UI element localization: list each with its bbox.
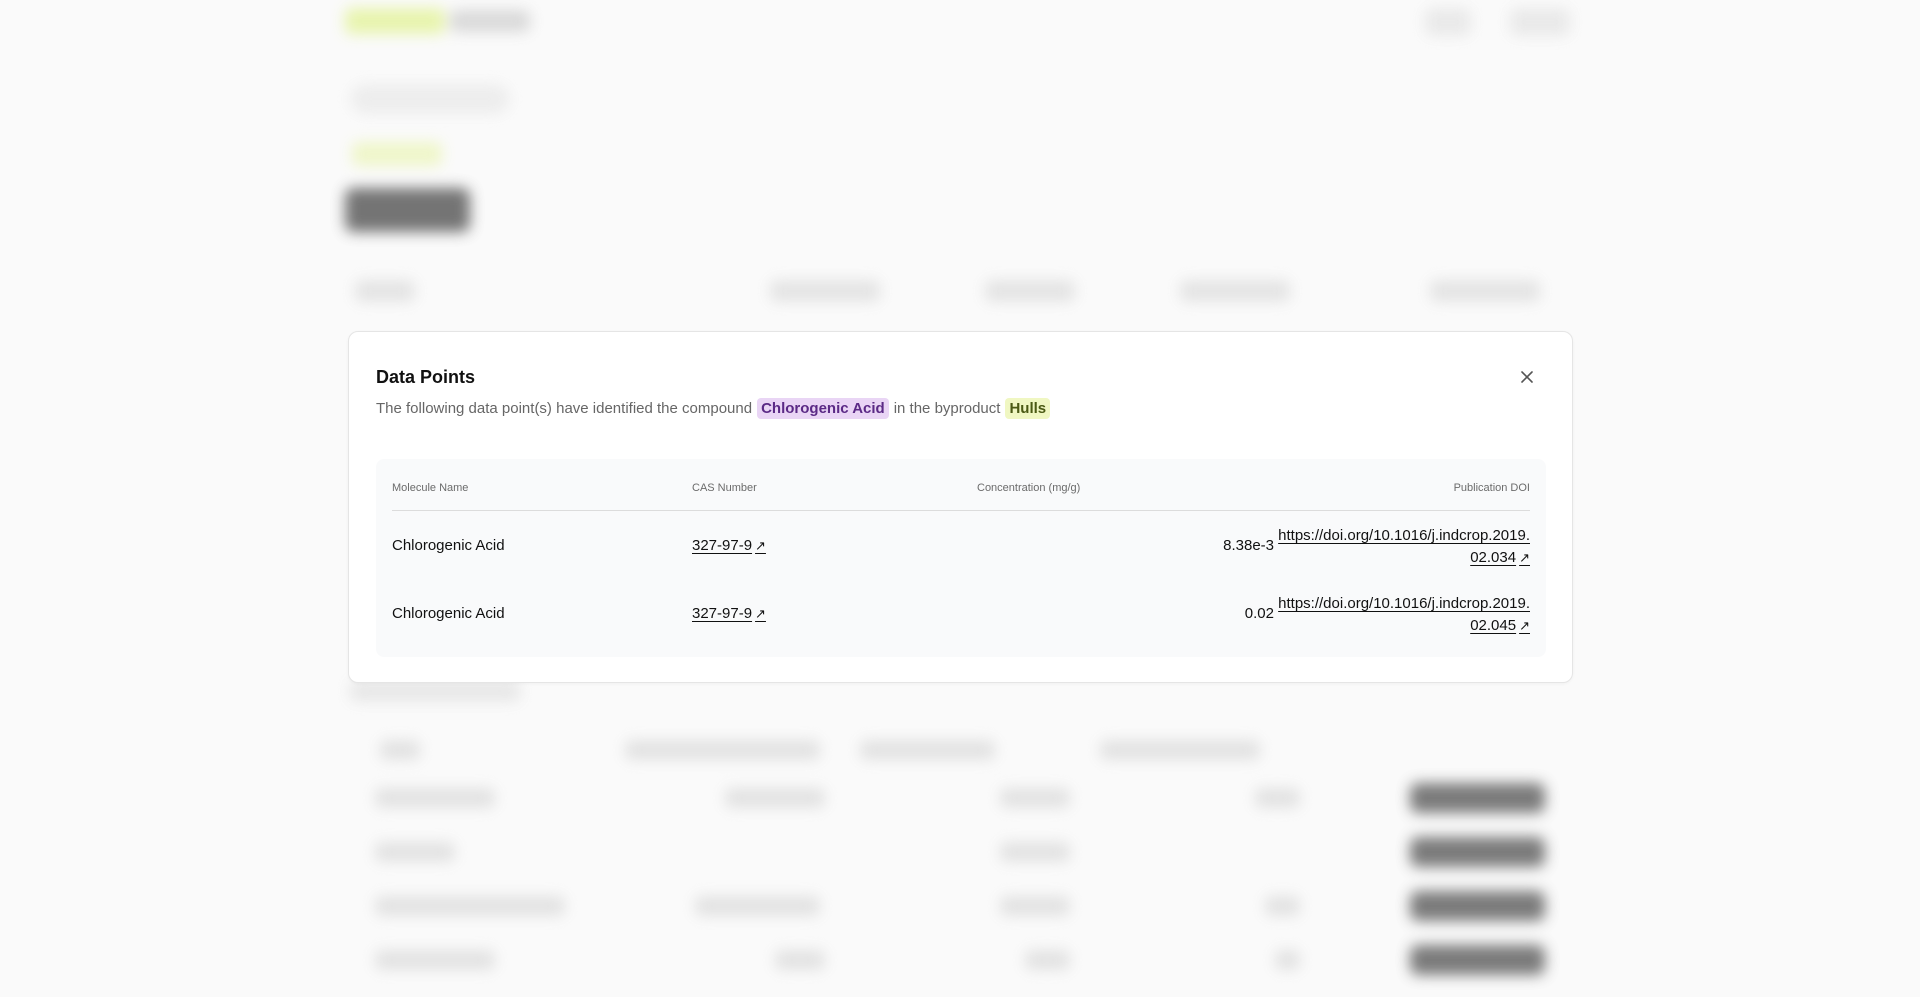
doi-line-1[interactable]: https://doi.org/10.1016/j.indcrop.2019. [1278,595,1530,612]
bg-row-cell [375,842,455,862]
bg-row-cell [375,788,495,808]
doi-link[interactable]: https://doi.org/10.1016/j.indcrop.2019. … [1250,525,1530,569]
doi-link[interactable]: https://doi.org/10.1016/j.indcrop.2019. … [1250,593,1530,637]
data-points-modal: Data Points The following data point(s) … [348,331,1573,683]
bg-section-header [350,680,520,702]
description-prefix: The following data point(s) have identif… [376,400,753,417]
close-icon [1521,371,1533,383]
compound-chip: Chlorogenic Acid [757,398,889,419]
header-molecule-name: Molecule Name [392,482,469,494]
bg-row-cell [1000,896,1070,916]
external-link-icon[interactable]: ↗ [1519,615,1530,637]
bg-row-cell [625,740,820,760]
doi-line-1[interactable]: https://doi.org/10.1016/j.indcrop.2019. [1278,527,1530,544]
bg-row-button [1410,945,1545,975]
external-link-icon[interactable]: ↗ [755,606,766,622]
external-link-icon[interactable]: ↗ [1519,547,1530,569]
molecule-name-cell: Chlorogenic Acid [392,537,505,554]
molecule-name-cell: Chlorogenic Acid [392,605,505,622]
table-row: Chlorogenic Acid 327-97-9 ↗ 8.38e-3 https… [392,511,1530,579]
bg-row-cell [775,950,825,970]
bg-page-title [345,188,470,232]
bg-logo [345,8,445,34]
bg-column-header [1430,280,1540,302]
bg-row-cell [725,788,825,808]
doi-line-2[interactable]: 02.045 [1470,617,1516,634]
bg-row-cell [860,740,995,760]
bg-column-header [985,280,1075,302]
bg-row-cell [695,896,820,916]
cas-number-text[interactable]: 327-97-9 [692,605,752,622]
bg-row-cell [1275,950,1300,970]
doi-line-2[interactable]: 02.034 [1470,549,1516,566]
bg-row-cell [1100,740,1260,760]
bg-row-cell [375,950,495,970]
table-row: Chlorogenic Acid 327-97-9 ↗ 0.02 https://… [392,579,1530,647]
data-points-table: Molecule Name CAS Number Concentration (… [376,459,1546,657]
bg-logo-text [450,10,530,32]
byproduct-chip: Hulls [1005,398,1051,419]
bg-column-header [1180,280,1290,302]
bg-row-cell [1265,896,1300,916]
bg-row-cell [1255,788,1300,808]
modal-title: Data Points [376,367,476,387]
bg-nav-item [1425,8,1471,36]
bg-row-button [1410,837,1545,867]
bg-row-cell [375,896,565,916]
bg-row-cell [1000,842,1070,862]
bg-breadcrumb [350,84,510,114]
table-header: Molecule Name CAS Number Concentration (… [392,459,1530,511]
bg-row-cell [1025,950,1070,970]
modal-description: The following data point(s) have identif… [376,398,1055,419]
header-cas-number: CAS Number [692,482,757,494]
bg-nav-item [1510,8,1570,36]
bg-row-cell [1000,788,1070,808]
bg-row-button [1410,891,1545,921]
close-button[interactable] [1516,366,1538,388]
external-link-icon[interactable]: ↗ [755,538,766,554]
cas-number-text[interactable]: 327-97-9 [692,537,752,554]
header-publication-doi: Publication DOI [1453,482,1530,494]
bg-row-button [1410,783,1545,813]
header-concentration: Concentration (mg/g) [977,482,1081,494]
description-middle: in the byproduct [893,400,1001,417]
bg-column-header [770,280,880,302]
bg-row-cell [380,740,420,760]
cas-number-link[interactable]: 327-97-9 ↗ [692,605,766,622]
bg-tag [352,142,442,166]
bg-column-header [355,280,415,302]
cas-number-link[interactable]: 327-97-9 ↗ [692,537,766,554]
